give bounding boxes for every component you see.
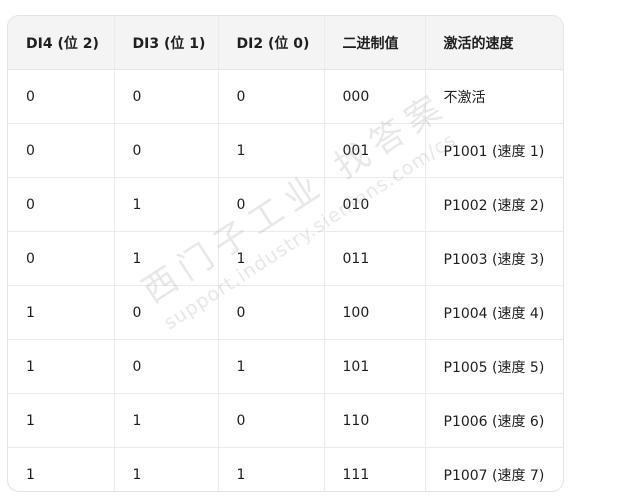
cell-binary-value: 110: [323, 393, 425, 448]
cell-di3: 0: [113, 339, 218, 394]
cell-di2: 0: [217, 69, 324, 124]
cell-di2: 1: [217, 123, 324, 178]
table-row: 0 1 0 010 P1002 (速度 2): [8, 177, 563, 232]
cell-di4: 0: [8, 177, 114, 232]
cell-di2: 0: [217, 177, 324, 232]
cell-di4: 1: [8, 339, 114, 394]
header-di2: DI2 (位 0): [217, 16, 324, 70]
cell-di2: 1: [217, 339, 324, 394]
cell-binary-value: 000: [323, 69, 425, 124]
cell-active-speed: 不激活: [424, 69, 563, 124]
cell-binary-value: 100: [323, 285, 425, 340]
cell-di4: 0: [8, 69, 114, 124]
speed-selection-table: DI4 (位 2) DI3 (位 1) DI2 (位 0) 二进制值 激活的速度…: [8, 16, 563, 491]
cell-binary-value: 010: [323, 177, 425, 232]
cell-di4: 1: [8, 393, 114, 448]
header-di4: DI4 (位 2): [8, 16, 114, 70]
cell-di3: 0: [113, 285, 218, 340]
table-row: 0 0 0 000 不激活: [8, 69, 563, 124]
header-active-speed: 激活的速度: [424, 16, 563, 70]
cell-active-speed: P1005 (速度 5): [424, 339, 563, 394]
cell-di4: 0: [8, 231, 114, 286]
cell-di3: 1: [113, 393, 218, 448]
table-row: 0 1 1 011 P1003 (速度 3): [8, 231, 563, 286]
cell-di3: 0: [113, 123, 218, 178]
cell-active-speed: P1004 (速度 4): [424, 285, 563, 340]
table-row: 1 0 1 101 P1005 (速度 5): [8, 339, 563, 394]
header-di3: DI3 (位 1): [113, 16, 218, 70]
cell-di2: 0: [217, 285, 324, 340]
cell-di3: 0: [113, 69, 218, 124]
cell-di3: 1: [113, 447, 218, 491]
table-header-row: DI4 (位 2) DI3 (位 1) DI2 (位 0) 二进制值 激活的速度: [8, 16, 563, 70]
table-row: 1 0 0 100 P1004 (速度 4): [8, 285, 563, 340]
cell-di2: 1: [217, 231, 324, 286]
header-binary-value: 二进制值: [323, 16, 425, 70]
cell-di4: 1: [26, 466, 35, 483]
cell-di3: 1: [113, 231, 218, 286]
cell-di3: 1: [113, 177, 218, 232]
speed-table-container: DI4 (位 2) DI3 (位 1) DI2 (位 0) 二进制值 激活的速度…: [7, 15, 564, 492]
cell-binary-value: 111: [323, 447, 425, 491]
cell-di2: 0: [217, 393, 324, 448]
cell-di2: 1: [217, 447, 324, 491]
cell-active-speed: P1001 (速度 1): [424, 123, 563, 178]
cell-active-speed: P1003 (速度 3): [424, 231, 563, 286]
table-row: 1 1 1 111 P1007 (速度 7): [8, 447, 563, 491]
cell-di4: 0: [8, 123, 114, 178]
cell-di4: 1: [8, 285, 114, 340]
cell-active-speed: P1006 (速度 6): [424, 393, 563, 448]
cell-active-speed: P1002 (速度 2): [424, 177, 563, 232]
cell-binary-value: 011: [323, 231, 425, 286]
table-row: 1 1 0 110 P1006 (速度 6): [8, 393, 563, 448]
cell-active-speed: P1007 (速度 7): [424, 447, 563, 491]
cell-binary-value: 001: [323, 123, 425, 178]
table-row: 0 0 1 001 P1001 (速度 1): [8, 123, 563, 178]
cell-binary-value: 101: [323, 339, 425, 394]
